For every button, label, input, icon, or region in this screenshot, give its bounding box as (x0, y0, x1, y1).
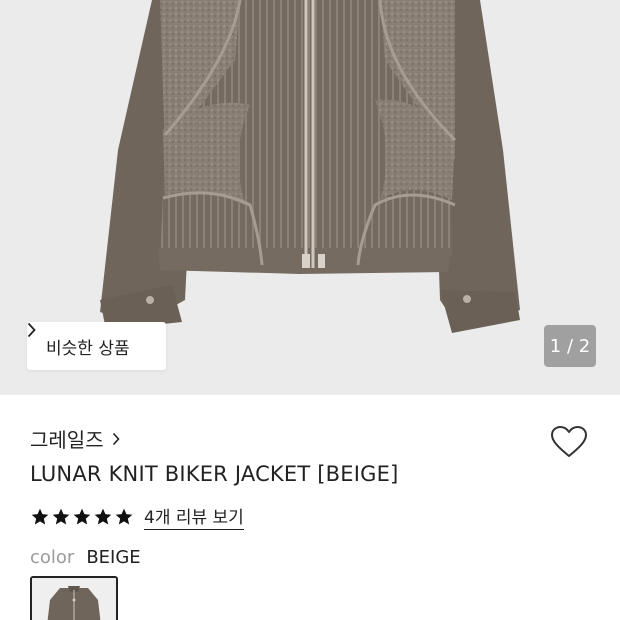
chevron-right-icon (112, 432, 120, 446)
image-pager: 1 / 2 (544, 325, 596, 367)
similar-products-button[interactable]: 비슷한 상품 (27, 322, 166, 370)
thumbnail-image (32, 578, 116, 620)
star-icon (73, 508, 91, 524)
heart-icon[interactable] (550, 425, 588, 463)
star-icon (115, 508, 133, 524)
similar-products-label: 비슷한 상품 (46, 338, 130, 359)
color-value: BEIGE (86, 547, 141, 568)
review-link[interactable]: 4개 리뷰 보기 (144, 503, 244, 530)
color-row: color BEIGE (30, 547, 141, 568)
star-rating (30, 507, 134, 527)
product-image-area[interactable]: 비슷한 상품 1 / 2 (0, 0, 620, 395)
star-icon (94, 508, 112, 524)
brand-name: 그레일즈 (30, 428, 104, 452)
brand-link[interactable]: 그레일즈 (30, 424, 120, 453)
color-option-thumbnail[interactable] (30, 576, 118, 620)
rating-row: 4개 리뷰 보기 (30, 503, 244, 530)
product-title: LUNAR KNIT BIKER JACKET [BEIGE] (30, 462, 399, 486)
color-label: color (30, 547, 75, 568)
star-icon (31, 508, 49, 524)
star-icon (52, 508, 70, 524)
